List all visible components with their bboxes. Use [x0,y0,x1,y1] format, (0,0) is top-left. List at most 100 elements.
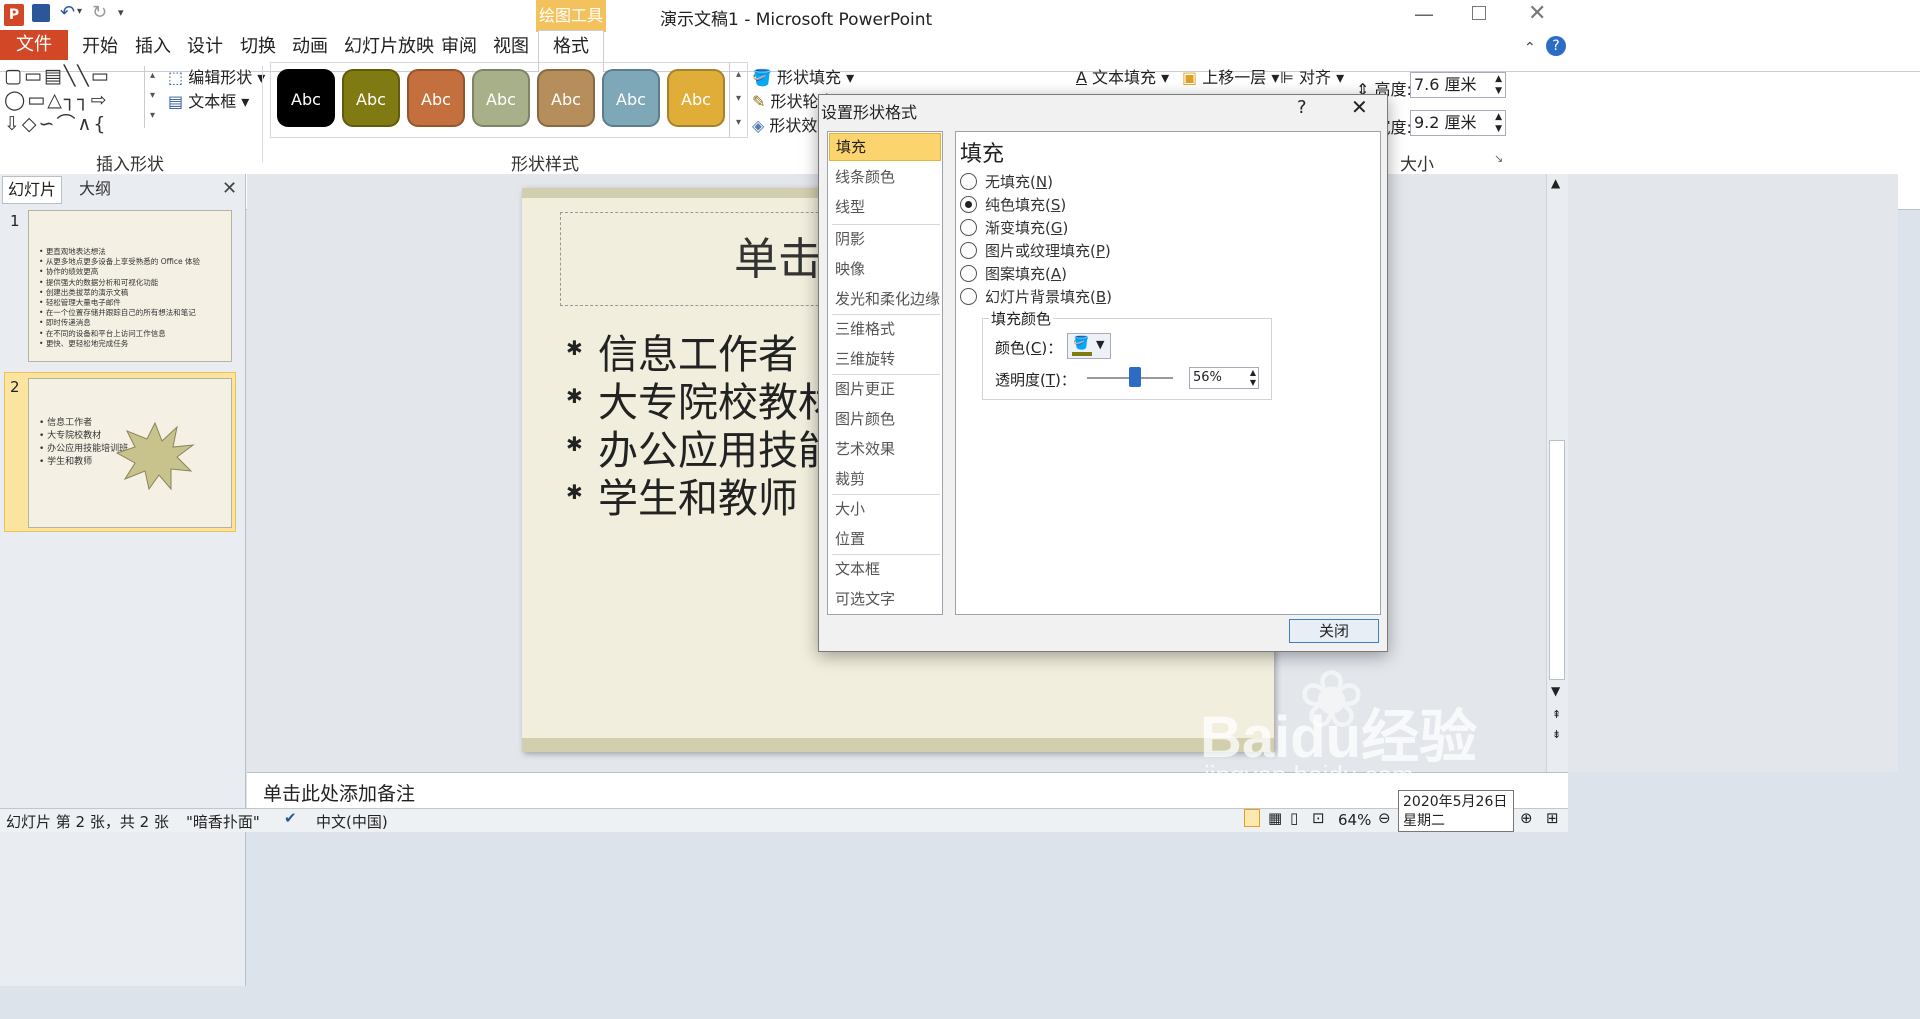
restore-icon[interactable] [1472,6,1486,20]
undo-icon[interactable]: ↶ [60,2,75,23]
radio-gradient-fill[interactable]: 渐变填充(G) [960,216,1068,240]
shape-style-swatch[interactable]: Abc [277,69,335,127]
ribbon-minimize-icon[interactable]: ⌃ [1524,40,1536,56]
tab-insert[interactable]: 插入 [135,32,171,62]
slideshow-icon[interactable]: ⊡ [1312,809,1325,827]
dialog-close-icon[interactable]: ✕ [1351,95,1368,119]
tab-transitions[interactable]: 切换 [240,32,276,62]
watermark-url: jingyan.baidu.com [1204,760,1414,790]
nav-item-line-color[interactable]: 线条颜色 [835,166,895,187]
nav-item-picture-corrections[interactable]: 图片更正 [835,378,895,399]
normal-view-icon[interactable] [1244,809,1260,827]
fit-slide-icon[interactable]: ⊞ [1546,809,1559,827]
size-dialog-launcher-icon[interactable]: ↘ [1494,152,1503,165]
slide-thumbnail[interactable]: 更直观地表达想法 从更多地点更多设备上享受熟悉的 Office 体验 协作的绩效… [28,210,232,362]
nav-item-reflection[interactable]: 映像 [835,258,865,279]
nav-item-picture-color[interactable]: 图片颜色 [835,408,895,429]
align-button[interactable]: ⊫ 对齐 ▾ [1280,64,1344,88]
close-panel-icon[interactable]: ✕ [222,178,237,199]
language-status[interactable]: 中文(中国) [316,811,388,832]
zoom-in-icon[interactable]: ⊕ [1520,809,1533,827]
slide-bullet: ✱ 学生和教师 [566,476,798,522]
radio-picture-fill[interactable]: 图片或纹理填充(P) [960,239,1111,263]
tab-review[interactable]: 审阅 [441,32,477,62]
tab-slides[interactable]: 幻灯片 [2,176,62,204]
width-input[interactable]: 9.2 厘米 ▲ ▼ [1410,110,1506,136]
text-box-button[interactable]: ▤ 文本框 ▾ [168,88,249,112]
fill-settings-panel: 填充 无填充(N) 纯色填充(S) 渐变填充(G) 图片或纹理填充(P) 图案填… [955,131,1381,615]
dialog-close-button[interactable]: 关闭 [1289,619,1379,643]
scroll-thumb[interactable] [1549,440,1565,680]
shapes-gallery-more-icon[interactable]: ▴ ▾ ▾ [144,66,160,128]
zoom-level[interactable]: 64% [1338,811,1371,829]
customize-toolbar-icon[interactable]: ▾ [118,6,124,19]
radio-background-fill[interactable]: 幻灯片背景填充(B) [960,285,1112,309]
text-fill-button[interactable]: A 文本填充 ▾ [1076,64,1169,88]
bullet-icon: ✱ [566,432,583,456]
radio-pattern-fill[interactable]: 图案填充(A) [960,262,1067,286]
tab-home[interactable]: 开始 [82,32,118,62]
radio-solid-fill[interactable]: 纯色填充(S) [960,193,1066,217]
powerpoint-logo-icon[interactable]: P [4,4,24,26]
nav-item-3d-format[interactable]: 三维格式 [835,318,895,339]
shape-style-swatch[interactable]: Abc [407,69,465,127]
help-icon[interactable]: ? [1546,36,1566,56]
shape-style-swatch[interactable]: Abc [537,69,595,127]
shape-style-swatch[interactable]: Abc [472,69,530,127]
next-slide-icon[interactable]: ⇟ [1552,728,1561,741]
shape-style-swatch[interactable]: Abc [667,69,725,127]
close-window-icon[interactable]: ✕ [1528,1,1546,26]
slide-number: 1 [10,212,20,230]
shapes-gallery[interactable]: ▢▭▤╲╲▭ ◯▭△┐┐⇨ ⇩◇∽⌒∧{ [4,64,144,135]
reading-view-icon[interactable]: ▯ [1290,809,1298,827]
tab-view[interactable]: 视图 [493,32,529,62]
scroll-down-icon[interactable]: ▼ [1551,684,1560,698]
align-icon: ⊫ [1280,68,1294,87]
transparency-input[interactable]: 56% ▲ ▼ [1189,367,1259,389]
nav-item-artistic-effects[interactable]: 艺术效果 [835,438,895,459]
tab-slideshow[interactable]: 幻灯片放映 [344,32,434,62]
nav-item-fill[interactable]: 填充 [829,133,941,161]
nav-item-3d-rotation[interactable]: 三维旋转 [835,348,895,369]
slide-sorter-icon[interactable]: ▦ [1268,809,1282,827]
shape-style-swatch[interactable]: Abc [342,69,400,127]
shape-style-swatch[interactable]: Abc [602,69,660,127]
nav-item-line-style[interactable]: 线型 [835,196,865,217]
undo-dropdown-icon[interactable]: ▾ [77,6,82,17]
height-input[interactable]: 7.6 厘米 ▲ ▼ [1410,72,1506,98]
radio-circle [960,288,977,305]
scroll-up-icon[interactable]: ▲ [1551,176,1560,190]
spellcheck-icon[interactable]: ✔ [284,809,297,827]
prev-slide-icon[interactable]: ⇞ [1552,708,1561,721]
styles-gallery-scroll-icon[interactable]: ▴ ▾ ▾ [729,63,747,137]
dialog-help-icon[interactable]: ? [1297,97,1307,118]
nav-item-text-box[interactable]: 文本框 [835,558,880,579]
nav-item-shadow[interactable]: 阴影 [835,228,865,249]
nav-item-alt-text[interactable]: 可选文字 [835,588,895,609]
tab-animations[interactable]: 动画 [292,32,328,62]
nav-item-glow[interactable]: 发光和柔化边缘 [835,288,940,309]
zoom-out-icon[interactable]: ⊖ [1378,809,1391,827]
radio-no-fill[interactable]: 无填充(N) [960,170,1053,194]
theme-status[interactable]: "暗香扑面" [186,811,260,832]
tab-file[interactable]: 文件 [0,30,68,60]
save-icon[interactable] [32,4,50,22]
vertical-scrollbar[interactable]: ▲ ▼ ⇞ ⇟ [1546,174,1568,772]
nav-item-crop[interactable]: 裁剪 [835,468,865,489]
minimize-icon[interactable]: — [1414,2,1434,26]
tab-design[interactable]: 设计 [187,32,223,62]
tab-outline[interactable]: 大纲 [64,176,126,204]
edit-shape-button[interactable]: ⬚ 编辑形状 ▾ [168,64,265,88]
thumbnail-bullets: 更直观地表达想法 从更多地点更多设备上享受熟悉的 Office 体验 协作的绩效… [39,247,200,349]
redo-icon[interactable]: ↻ [92,2,107,23]
nav-item-position[interactable]: 位置 [835,528,865,549]
height-spinner-icon[interactable]: ▲ ▼ [1495,73,1502,97]
transparency-spinner-icon[interactable]: ▲ ▼ [1250,368,1256,388]
width-spinner-icon[interactable]: ▲ ▼ [1495,111,1502,135]
bring-forward-button[interactable]: ▣ 上移一层 ▾ [1182,64,1279,88]
color-picker-button[interactable]: 🪣 ▼ [1067,333,1111,359]
slide-thumbnail[interactable]: 信息工作者 大专院校教材 办公应用技能培训班 学生和教师 [28,378,232,528]
nav-item-size[interactable]: 大小 [835,498,865,519]
transparency-slider-thumb[interactable] [1129,367,1142,387]
shape-fill-button[interactable]: 🪣 形状填充 ▾ [752,64,854,88]
